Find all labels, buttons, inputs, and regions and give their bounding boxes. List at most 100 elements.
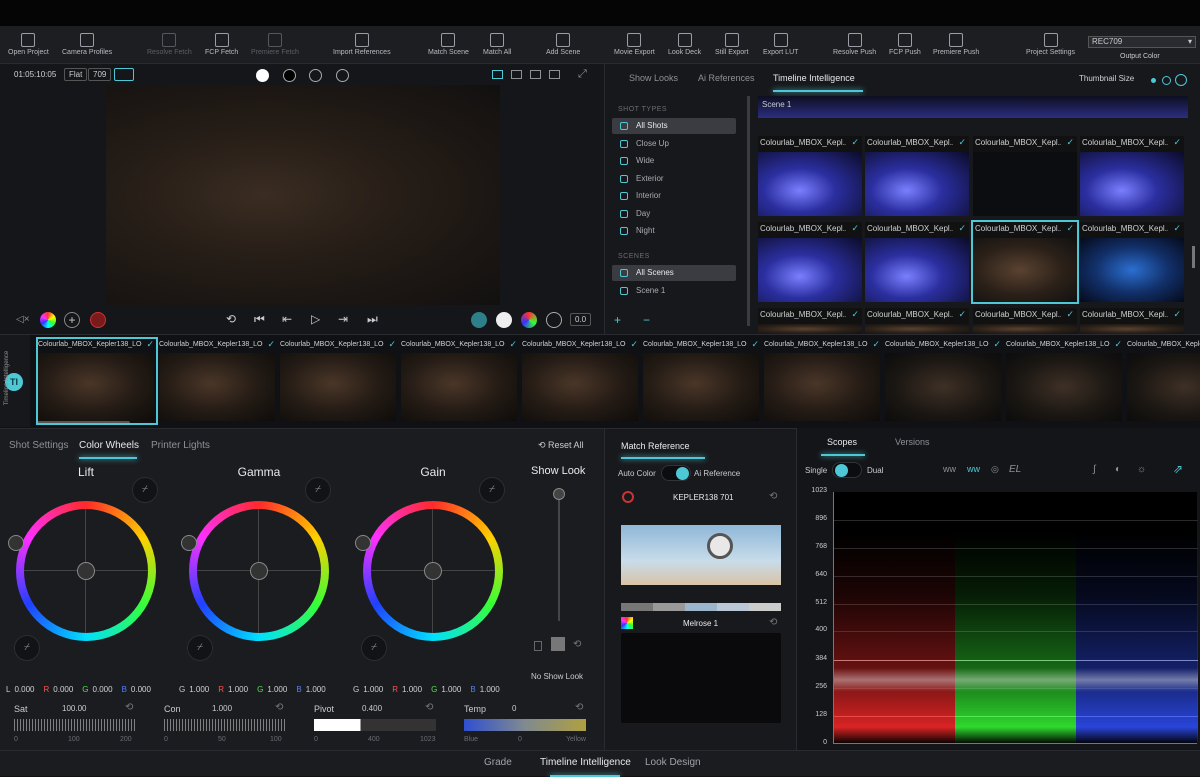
- grade-tab-2[interactable]: Printer Lights: [151, 440, 210, 451]
- show-look-slider-knob[interactable]: [553, 488, 565, 500]
- wheel-disable-icon[interactable]: ⌿: [187, 635, 213, 661]
- scopes-tab-1[interactable]: Versions: [895, 437, 930, 447]
- slider-track[interactable]: [164, 719, 286, 731]
- ti-tab-1[interactable]: Ai References: [698, 73, 755, 83]
- toolbar-button-12[interactable]: Export LUT: [763, 28, 798, 62]
- toolbar-button-7[interactable]: Match All: [483, 28, 511, 62]
- color-wheel[interactable]: [189, 501, 329, 641]
- shot-thumbnail[interactable]: Colourlab_MBOX_Kepl... ✓: [865, 222, 969, 302]
- reset-icon[interactable]: ⟲: [575, 702, 583, 713]
- wheel-reset-icon[interactable]: ⌿: [305, 477, 331, 503]
- channel-value[interactable]: 1.000: [228, 685, 248, 694]
- color-wheel-icon[interactable]: [40, 312, 56, 328]
- shot-type-item[interactable]: Day: [612, 206, 736, 222]
- wheel-puck[interactable]: [424, 562, 442, 580]
- ti-tab-2[interactable]: Timeline Intelligence: [773, 73, 855, 83]
- toolbar-button-2[interactable]: Resolve Fetch: [147, 28, 192, 62]
- master-slider-knob[interactable]: [181, 535, 197, 551]
- look-preview[interactable]: [621, 633, 781, 723]
- output-color-select[interactable]: REC709 ▾: [1088, 36, 1196, 48]
- toolbar-button-10[interactable]: Look Deck: [668, 28, 701, 62]
- contrast-icon[interactable]: ◐: [1115, 464, 1121, 475]
- color-wheel[interactable]: [16, 501, 156, 641]
- shot-thumbnail[interactable]: Colourlab_MBOX_Kepl... ✓: [971, 220, 1079, 304]
- shot-thumbnail[interactable]: Colourlab_MBOX_Kepl... ✓: [973, 136, 1077, 216]
- master-slider-knob[interactable]: [355, 535, 371, 551]
- remove-scene-button[interactable]: −: [643, 313, 650, 327]
- toolbar-button-6[interactable]: Match Scene: [428, 28, 469, 62]
- toolbar-button-11[interactable]: Still Export: [715, 28, 748, 62]
- toolbar-button-14[interactable]: FCP Push: [889, 28, 921, 62]
- lock-icon[interactable]: [534, 641, 542, 651]
- brightness-icon[interactable]: ☼: [1137, 464, 1146, 475]
- reset-icon[interactable]: ⟲: [769, 617, 777, 628]
- shot-thumbnail[interactable]: Colourlab_MBOX_Kepl... ✓: [1080, 136, 1184, 216]
- toolbar-button-1[interactable]: Camera Profiles: [62, 28, 112, 62]
- toolbar-button-4[interactable]: Premiere Fetch: [251, 28, 299, 62]
- sidebar-scrollbar[interactable]: [747, 96, 750, 326]
- reset-icon[interactable]: ⟲: [125, 702, 133, 713]
- filmstrip-clip[interactable]: Colourlab_MBOX_Kepler138_LOG...✓: [36, 337, 158, 425]
- slider-value[interactable]: 1.000: [212, 704, 232, 713]
- slider-value[interactable]: 0.400: [362, 704, 382, 713]
- reset-all-button[interactable]: ⟲ Reset All: [538, 440, 584, 451]
- ti-tab-0[interactable]: Show Looks: [629, 73, 678, 83]
- filmstrip-clip[interactable]: Colourlab_MBOX_Kepler138_LOG...✓: [159, 339, 277, 423]
- shot-type-item[interactable]: Interior: [612, 188, 736, 204]
- prev-clip-icon[interactable]: ⏮: [254, 312, 265, 327]
- filmstrip-clip[interactable]: Colourlab_MBOX_Kepler138_LOG...✓: [1006, 339, 1124, 423]
- wheel-reset-icon[interactable]: ⌿: [479, 477, 505, 503]
- shot-type-item[interactable]: Exterior: [612, 171, 736, 187]
- filmstrip-clip[interactable]: Colourlab_MBOX_Kepler138_LOG...✓: [643, 339, 761, 423]
- flat-toggle[interactable]: Flat: [64, 68, 88, 81]
- slider-track[interactable]: [314, 719, 436, 731]
- toolbar-button-3[interactable]: FCP Fetch: [205, 28, 238, 62]
- curve-icon[interactable]: ∫: [1093, 464, 1096, 475]
- wheel-disable-icon[interactable]: ⌿: [14, 635, 40, 661]
- show-look-slider[interactable]: [558, 493, 560, 621]
- gear-icon[interactable]: [309, 69, 322, 82]
- reset-icon[interactable]: ⟲: [573, 639, 581, 650]
- thumbnail-size-option-0[interactable]: [1151, 77, 1156, 83]
- match-reference-title[interactable]: Match Reference: [621, 441, 690, 451]
- filmstrip-clip[interactable]: Colourlab_MBOX_Kepler138_LOG...✓: [764, 339, 882, 423]
- reset-icon[interactable]: ⟲: [425, 702, 433, 713]
- filmstrip-clip[interactable]: Colourlab_MBOX_Kepler138_LOG...✓: [1127, 339, 1200, 423]
- loop-icon[interactable]: ⟲: [226, 312, 236, 326]
- waveform-icon[interactable]: ww: [943, 464, 956, 474]
- layers-icon[interactable]: [471, 312, 487, 328]
- reset-icon[interactable]: ⟲: [769, 491, 777, 502]
- grid-scrollbar[interactable]: [1192, 246, 1195, 268]
- filmstrip-clip[interactable]: Colourlab_MBOX_Kepler138_LOG...✓: [280, 339, 398, 423]
- single-view-icon[interactable]: [492, 70, 503, 79]
- toolbar-button-13[interactable]: Resolve Push: [833, 28, 876, 62]
- shot-type-item[interactable]: Night: [612, 223, 736, 239]
- wheel-reset-icon[interactable]: ⌿: [132, 477, 158, 503]
- slider-value[interactable]: 0: [512, 704, 516, 713]
- split-view-icon[interactable]: [511, 70, 522, 79]
- add-icon[interactable]: +: [64, 312, 80, 328]
- bottom-tab-2[interactable]: Look Design: [645, 757, 701, 768]
- fingerprint-icon[interactable]: [90, 312, 106, 328]
- scene-item[interactable]: Scene 1: [612, 283, 736, 299]
- grade-tab-0[interactable]: Shot Settings: [9, 440, 68, 451]
- slider-track[interactable]: [14, 719, 136, 731]
- play-icon[interactable]: ▷: [311, 312, 320, 326]
- bottom-tab-0[interactable]: Grade: [484, 757, 512, 768]
- parade-icon[interactable]: ww: [967, 464, 980, 474]
- grid-view-icon[interactable]: [549, 70, 560, 79]
- auto-color-toggle[interactable]: [661, 465, 691, 481]
- filmstrip-clip[interactable]: Colourlab_MBOX_Kepler138_LOG...✓: [885, 339, 1003, 423]
- toolbar-button-8[interactable]: Add Scene: [546, 28, 580, 62]
- master-slider-knob[interactable]: [8, 535, 24, 551]
- step-forward-icon[interactable]: ⇥: [338, 312, 348, 326]
- single-dual-toggle[interactable]: [832, 462, 862, 478]
- channel-value[interactable]: 0.000: [93, 685, 113, 694]
- rgb-icon[interactable]: [521, 312, 537, 328]
- thumbnail-size-option-2[interactable]: [1175, 74, 1187, 86]
- shot-thumbnail[interactable]: Colourlab_MBOX_Kepl... ✓: [973, 308, 1077, 334]
- compare-view-icon[interactable]: [530, 70, 541, 79]
- scene-item[interactable]: All Scenes: [612, 265, 736, 281]
- el-toggle[interactable]: EL: [1009, 464, 1021, 475]
- wheel-puck[interactable]: [250, 562, 268, 580]
